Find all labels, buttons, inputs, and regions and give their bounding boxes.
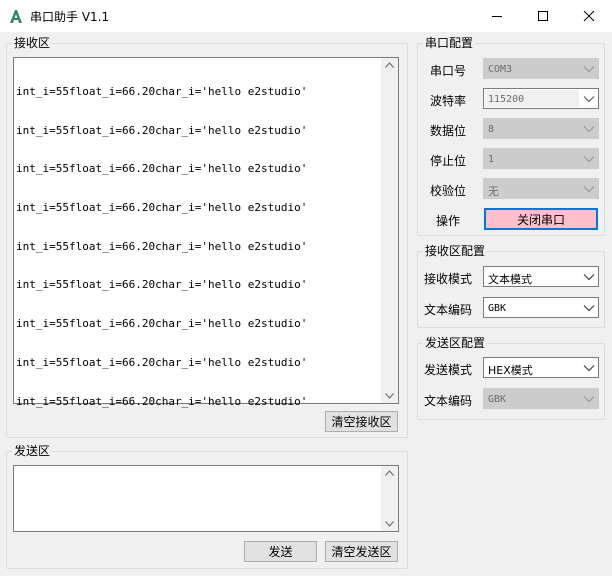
stopbits-value: 1: [488, 154, 495, 165]
rx-encoding-label: 文本编码: [424, 303, 473, 317]
receive-line: int_i=55float_i=66.20char_i='hello e2stu…: [16, 394, 308, 408]
rx-mode-select[interactable]: 文本模式: [483, 266, 599, 287]
maximize-icon: [538, 11, 548, 21]
scroll-down-icon[interactable]: [385, 393, 394, 399]
app-logo-icon: [10, 10, 22, 23]
chevron-down-icon: [583, 396, 595, 403]
chevron-down-icon: [583, 365, 595, 372]
tx-encoding-label: 文本编码: [424, 394, 473, 408]
serial-config-legend: 串口配置: [423, 36, 476, 50]
receive-line: int_i=55float_i=66.20char_i='hello e2stu…: [16, 355, 308, 369]
databits-select[interactable]: 8: [483, 118, 599, 139]
parity-value: 无: [488, 185, 499, 198]
chevron-down-icon: [583, 186, 595, 193]
rx-mode-value: 文本模式: [488, 273, 532, 286]
receive-line: int_i=55float_i=66.20char_i='hello e2stu…: [16, 239, 308, 253]
receive-textarea[interactable]: int_i=55float_i=66.20char_i='hello e2stu…: [13, 57, 399, 407]
window-title: 串口助手 V1.1: [30, 10, 110, 24]
action-label: 操作: [436, 214, 461, 228]
receive-line: int_i=55float_i=66.20char_i='hello e2stu…: [16, 200, 308, 214]
tx-mode-select[interactable]: HEX模式: [483, 357, 599, 378]
receive-legend: 接收区: [12, 36, 53, 50]
databits-label: 数据位: [430, 124, 467, 138]
scroll-up-icon[interactable]: [385, 470, 394, 476]
chevron-down-icon: [583, 66, 595, 73]
receive-line: int_i=55float_i=66.20char_i='hello e2stu…: [16, 278, 308, 292]
baud-combobox[interactable]: 115200: [483, 88, 599, 109]
receive-line: int_i=55float_i=66.20char_i='hello e2stu…: [16, 162, 308, 176]
parity-label: 校验位: [430, 184, 467, 198]
rx-encoding-value: GBK: [488, 303, 507, 314]
port-value: COM3: [488, 64, 513, 75]
receive-line: int_i=55float_i=66.20char_i='hello e2stu…: [16, 317, 308, 331]
scroll-down-icon[interactable]: [385, 521, 394, 527]
chevron-down-icon: [583, 156, 595, 163]
port-label: 串口号: [430, 64, 467, 78]
rx-mode-label: 接收模式: [424, 272, 473, 286]
baud-label: 波特率: [430, 94, 467, 108]
stopbits-select[interactable]: 1: [483, 148, 599, 169]
stopbits-label: 停止位: [430, 154, 467, 168]
chevron-down-icon: [583, 305, 595, 312]
chevron-down-icon: [583, 274, 595, 281]
tx-encoding-value: GBK: [488, 394, 507, 405]
close-port-button[interactable]: 关闭串口: [484, 208, 598, 230]
tx-mode-value: HEX模式: [488, 364, 533, 377]
parity-select[interactable]: 无: [483, 178, 599, 199]
send-button[interactable]: 发送: [244, 541, 317, 562]
close-window-button[interactable]: [566, 0, 612, 32]
receive-line: int_i=55float_i=66.20char_i='hello e2stu…: [16, 123, 308, 137]
baud-value: 115200: [488, 94, 525, 105]
rx-encoding-select[interactable]: GBK: [483, 297, 599, 318]
send-legend: 发送区: [12, 444, 53, 458]
receive-scrollbar[interactable]: [381, 58, 398, 403]
clear-send-button[interactable]: 清空发送区: [325, 541, 398, 562]
chevron-down-icon: [583, 126, 595, 133]
chevron-down-icon: [583, 96, 595, 103]
minimize-icon: [492, 16, 502, 17]
send-textarea[interactable]: [13, 465, 399, 532]
close-icon: [583, 10, 595, 22]
scroll-up-icon[interactable]: [385, 62, 394, 68]
tx-config-legend: 发送区配置: [423, 336, 488, 350]
tx-mode-label: 发送模式: [424, 363, 473, 377]
clear-receive-button[interactable]: 清空接收区: [325, 411, 398, 432]
send-scrollbar[interactable]: [381, 466, 398, 531]
receive-line: int_i=55float_i=66.20char_i='hello e2stu…: [16, 84, 308, 98]
tx-encoding-select[interactable]: GBK: [483, 388, 599, 409]
title-bar[interactable]: 串口助手 V1.1: [0, 0, 612, 32]
minimize-button[interactable]: [474, 0, 520, 32]
rx-config-legend: 接收区配置: [423, 244, 488, 258]
maximize-button[interactable]: [520, 0, 566, 32]
databits-value: 8: [488, 124, 495, 135]
receive-lines: int_i=55float_i=66.20char_i='hello e2stu…: [16, 60, 307, 434]
port-select[interactable]: COM3: [483, 58, 599, 79]
